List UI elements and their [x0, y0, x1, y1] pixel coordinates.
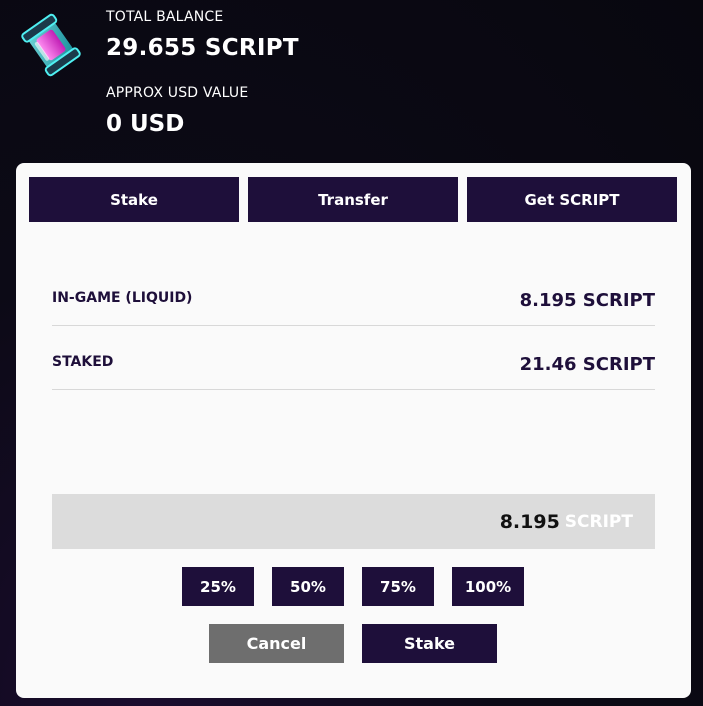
tab-stake[interactable]: Stake — [29, 177, 239, 222]
usd-value: 0 USD — [106, 111, 185, 137]
total-balance-label: TOTAL BALANCE — [106, 9, 224, 25]
cancel-button[interactable]: Cancel — [209, 624, 344, 663]
usd-value-label: APPROX USD VALUE — [106, 85, 249, 101]
holding-row-staked: STAKED 21.46 SCRIPT — [52, 326, 655, 390]
total-balance-value: 29.655 SCRIPT — [106, 35, 299, 61]
stake-panel: Stake Transfer Get SCRIPT IN-GAME (LIQUI… — [16, 163, 691, 698]
amount-unit: SCRIPT — [564, 511, 633, 532]
tab-get-script[interactable]: Get SCRIPT — [467, 177, 677, 222]
holding-value: 21.46 SCRIPT — [519, 354, 655, 375]
balance-header: TOTAL BALANCE 29.655 SCRIPT APPROX USD V… — [0, 0, 703, 160]
amount-value: 8.195 — [499, 510, 560, 533]
holding-label: IN-GAME (LIQUID) — [52, 290, 193, 306]
holding-value: 8.195 SCRIPT — [519, 290, 655, 311]
percent-100-button[interactable]: 100% — [452, 567, 524, 606]
percent-50-button[interactable]: 50% — [272, 567, 344, 606]
tab-transfer[interactable]: Transfer — [248, 177, 458, 222]
holding-label: STAKED — [52, 354, 114, 370]
script-canister-icon — [21, 13, 81, 77]
stake-amount-input[interactable]: 8.195 SCRIPT — [52, 494, 655, 549]
holding-row-liquid: IN-GAME (LIQUID) 8.195 SCRIPT — [52, 262, 655, 326]
percent-75-button[interactable]: 75% — [362, 567, 434, 606]
percent-25-button[interactable]: 25% — [182, 567, 254, 606]
stake-button[interactable]: Stake — [362, 624, 497, 663]
